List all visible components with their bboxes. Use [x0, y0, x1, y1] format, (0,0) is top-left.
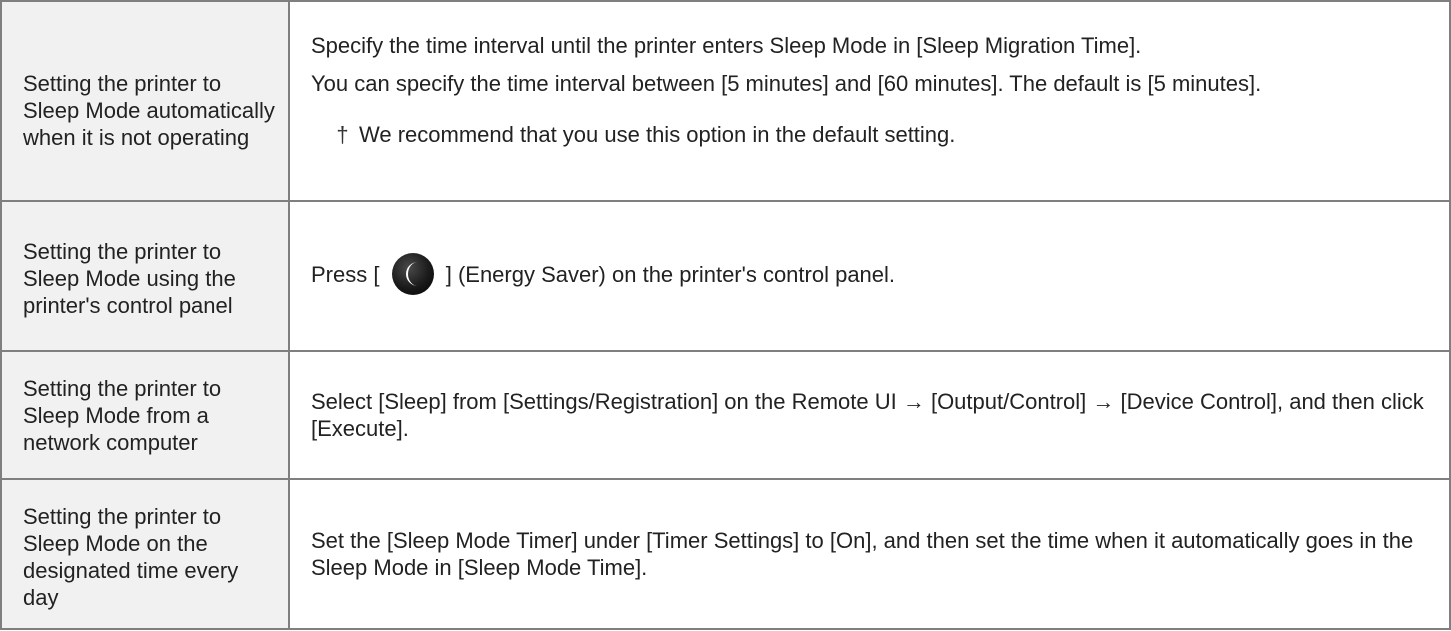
- table-row: Setting the printer to Sleep Mode automa…: [0, 0, 1451, 202]
- dagger-bullet-icon: †: [336, 122, 349, 147]
- press-text: Press [: [311, 261, 380, 287]
- row-description: Press [ ] (Energy Saver) on the printer'…: [288, 200, 1451, 352]
- energy-saver-text: ] (Energy Saver) on the printer's contro…: [445, 261, 896, 287]
- row-description: Specify the time interval until the prin…: [288, 0, 1451, 202]
- row-label: Setting the printer to Sleep Mode automa…: [0, 0, 290, 202]
- table-row: Setting the printer to Sleep Mode from a…: [0, 350, 1451, 480]
- recommendation-note: † We recommend that you use this option …: [334, 121, 1431, 148]
- table-row: Setting the printer to Sleep Mode using …: [0, 200, 1451, 352]
- description-paragraph: Specify the time interval until the prin…: [311, 33, 1142, 58]
- row-label: Setting the printer to Sleep Mode using …: [0, 200, 290, 352]
- energy-saver-moon-icon: [391, 253, 434, 295]
- description-paragraph: You can specify the time interval betwee…: [311, 71, 1262, 96]
- row-label: Setting the printer to Sleep Mode from a…: [0, 350, 290, 480]
- table-row: Setting the printer to Sleep Mode on the…: [0, 478, 1451, 630]
- row-description: Select [Sleep] from [Settings/Registrati…: [288, 350, 1451, 480]
- sleep-mode-methods-table: Setting the printer to Sleep Mode automa…: [0, 0, 1451, 630]
- note-text: We recommend that you use this option in…: [359, 122, 956, 147]
- sleep-mode-methods-sheet: Setting the printer to Sleep Mode automa…: [0, 0, 1451, 631]
- row-label: Setting the printer to Sleep Mode on the…: [0, 478, 290, 630]
- row-description: Set the [Sleep Mode Timer] under [Timer …: [288, 478, 1451, 630]
